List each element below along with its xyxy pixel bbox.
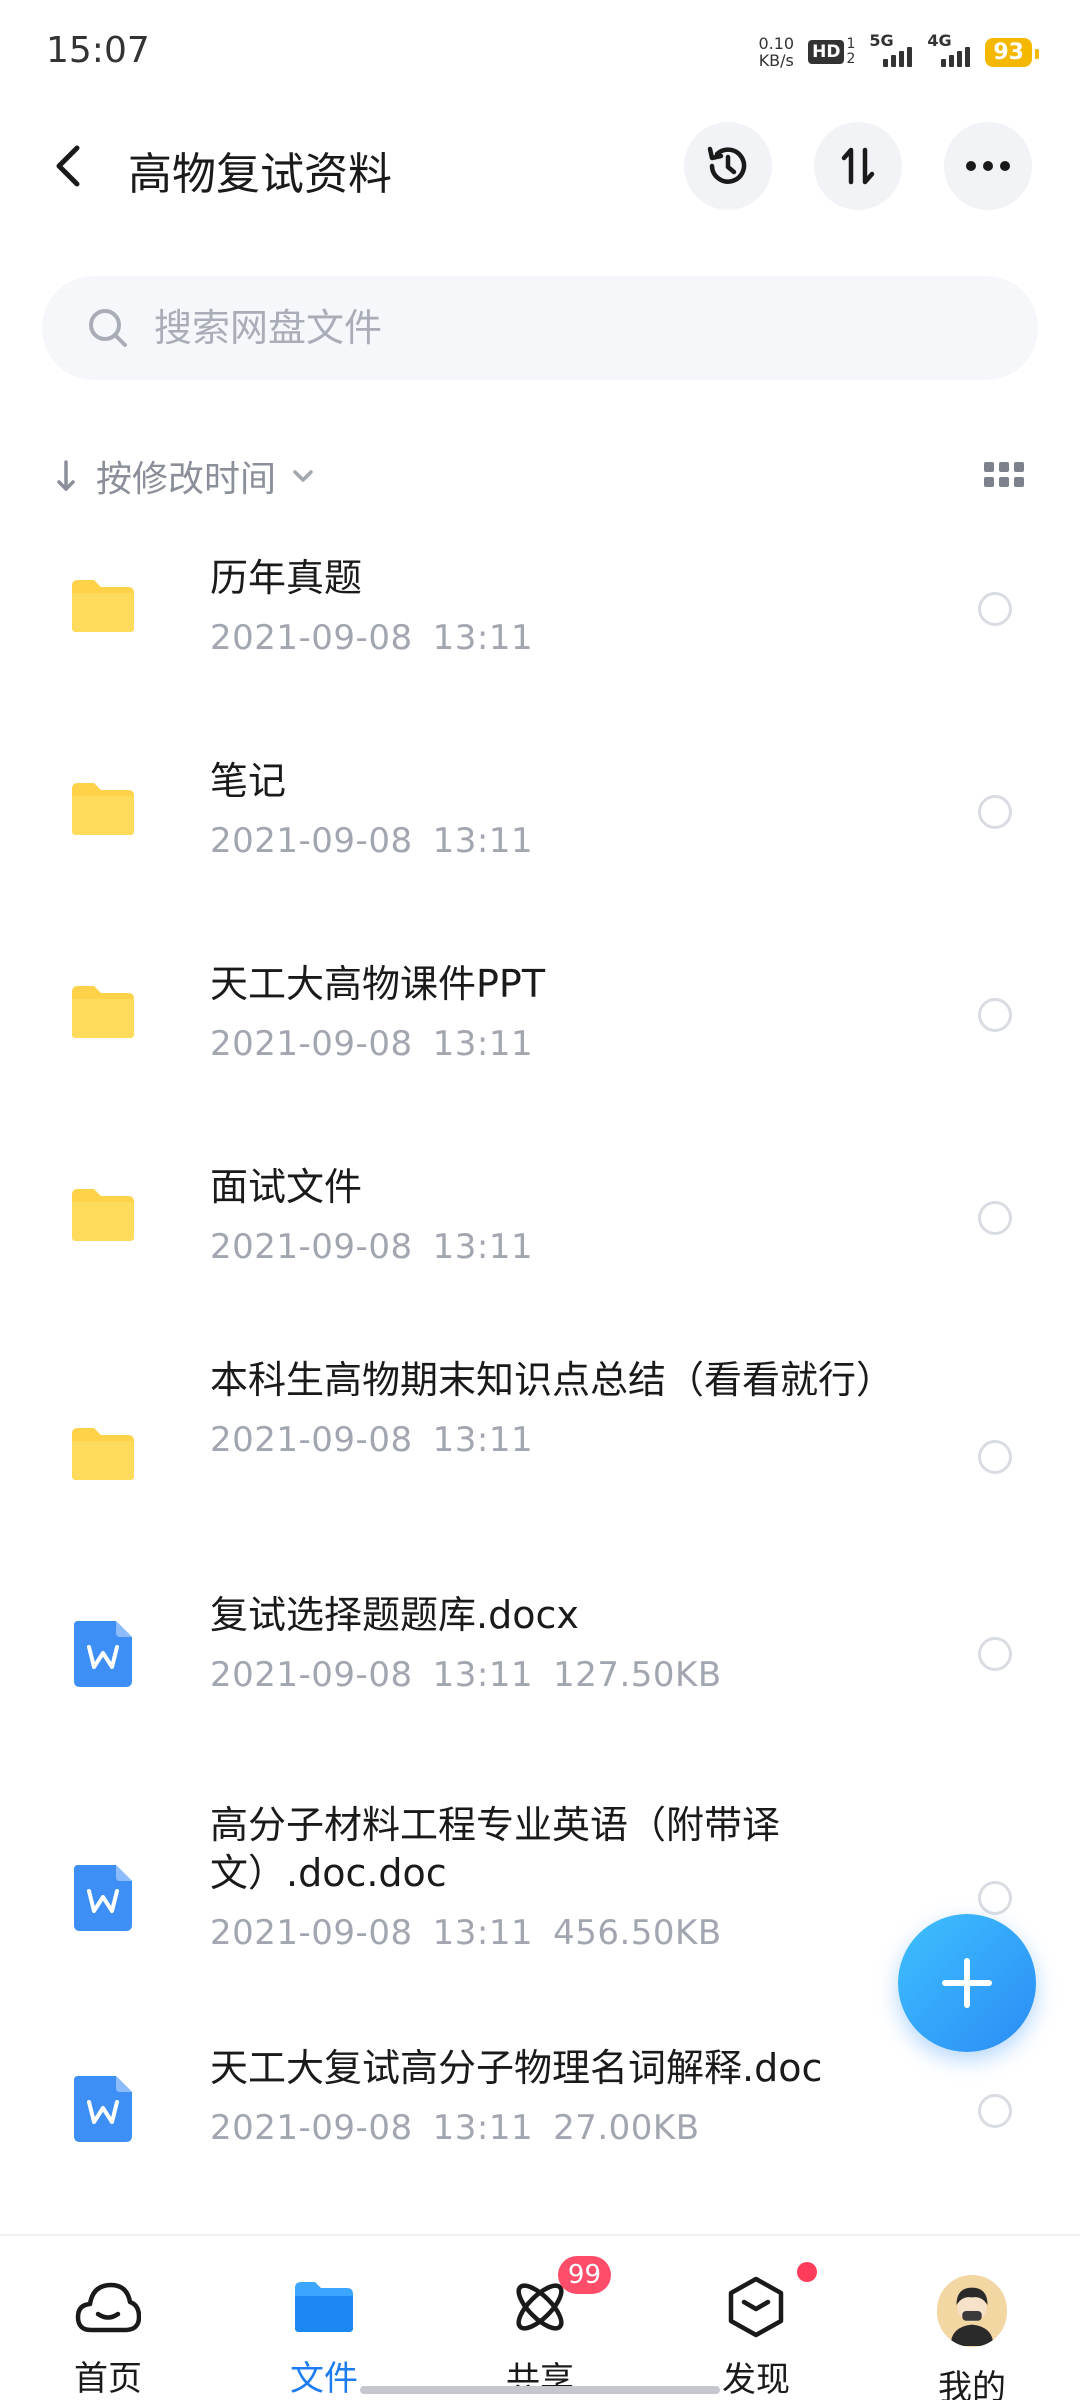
chevron-down-icon <box>293 470 313 482</box>
more-icon <box>966 161 1010 171</box>
hd-icon: HD 1 2 <box>808 37 855 67</box>
list-item[interactable]: 笔记 2021-09-08 13:11 <box>0 727 1080 930</box>
file-name: 天工大复试高分子物理名词解释.doc <box>210 2046 823 2090</box>
list-item[interactable]: 复试选择题题库.docx 2021-09-08 13:11 127.50KB <box>0 1591 1080 1791</box>
list-item[interactable]: 历年真题 2021-09-08 13:11 <box>0 524 1080 727</box>
file-name: 高分子材料工程专业英语（附带译文）.doc.doc <box>210 1803 781 1895</box>
file-meta: 2021-09-08 13:11 <box>210 618 534 658</box>
file-meta: 2021-09-08 13:11 <box>210 1024 534 1064</box>
net-speed-value: 0.10 <box>758 34 795 53</box>
list-item[interactable]: 天工大高物课件PPT 2021-09-08 13:11 <box>0 930 1080 1133</box>
nav-label-files: 文件 <box>290 2359 358 2399</box>
more-button[interactable] <box>944 122 1032 210</box>
signal-5g-icon: 5G <box>869 31 913 67</box>
signal-5g-label: 5G <box>869 31 894 50</box>
file-meta: 2021-09-08 13:11 <box>210 821 534 861</box>
add-button[interactable] <box>898 1914 1036 2052</box>
nav-label-home: 首页 <box>74 2359 142 2399</box>
select-radio[interactable] <box>978 1440 1012 1474</box>
sort-button[interactable]: 按修改时间 <box>56 450 314 502</box>
bottom-nav: 首页 文件 99 共享 发现 我的 <box>0 2234 1080 2400</box>
sort-transfer-icon <box>841 147 875 185</box>
hd-label: HD <box>808 40 845 64</box>
grid-view-icon[interactable] <box>984 462 1024 490</box>
hd-sim1: 1 <box>846 36 856 52</box>
folder-icon <box>72 580 134 632</box>
history-button[interactable] <box>684 122 772 210</box>
transfer-button[interactable] <box>814 122 902 210</box>
word-doc-icon <box>74 1621 132 1687</box>
status-indicators: 0.10 KB/s HD 1 2 5G 4G 93 <box>758 30 1039 74</box>
file-name: 历年真题 <box>210 556 363 600</box>
folder-icon <box>72 783 134 835</box>
folder-icon <box>72 986 134 1038</box>
header: 高物复试资料 <box>0 118 1080 214</box>
search-input[interactable] <box>154 306 954 350</box>
nav-label-me: 我的 <box>938 2368 1006 2400</box>
file-name: 本科生高物期末知识点总结（看看就行） <box>210 1358 895 1402</box>
folder-icon <box>72 1189 134 1241</box>
list-item[interactable]: 本科生高物期末知识点总结（看看就行） 2021-09-08 13:11 <box>0 1336 1080 1591</box>
hd-sim-numbers: 1 2 <box>846 37 855 67</box>
history-icon <box>707 146 747 184</box>
search-icon <box>86 306 130 350</box>
list-item[interactable]: 面试文件 2021-09-08 13:11 <box>0 1133 1080 1336</box>
back-icon <box>56 145 80 187</box>
cube-discover-icon <box>721 2262 817 2338</box>
home-indicator[interactable] <box>360 2386 720 2394</box>
arrow-down-icon <box>57 460 75 491</box>
file-name: 面试文件 <box>210 1165 363 1209</box>
file-meta: 2021-09-08 13:11 <box>210 1227 534 1267</box>
word-doc-icon <box>74 2076 132 2142</box>
file-name: 笔记 <box>210 759 287 803</box>
status-bar: 15:07 0.10 KB/s HD 1 2 5G 4G 93 <box>0 0 1080 104</box>
new-dot <box>797 2262 817 2282</box>
signal-4g-label: 4G <box>927 31 952 50</box>
file-meta: 2021-09-08 13:11 456.50KB <box>210 1913 722 1953</box>
select-radio[interactable] <box>978 795 1012 829</box>
sort-label: 按修改时间 <box>96 459 277 500</box>
signal-4g-icon: 4G <box>927 31 971 67</box>
battery-icon: 93 <box>985 37 1039 67</box>
status-time: 15:07 <box>46 30 150 71</box>
cloud-home-icon <box>73 2276 143 2337</box>
atom-share-icon: 99 <box>505 2256 611 2338</box>
folder-icon <box>72 1428 134 1480</box>
nav-me[interactable]: 我的 <box>864 2236 1080 2400</box>
battery-level: 93 <box>993 39 1024 65</box>
select-radio[interactable] <box>978 1637 1012 1671</box>
nav-files[interactable]: 文件 <box>216 2236 432 2400</box>
net-speed-unit: KB/s <box>758 51 794 70</box>
nav-share[interactable]: 99 共享 <box>432 2236 648 2400</box>
nav-home[interactable]: 首页 <box>0 2236 216 2400</box>
select-radio[interactable] <box>978 1881 1012 1915</box>
file-meta: 2021-09-08 13:11 27.00KB <box>210 2108 700 2148</box>
hd-sim2: 2 <box>846 51 856 67</box>
sort-row: 按修改时间 <box>56 446 1024 506</box>
net-speed: 0.10 KB/s <box>758 35 794 69</box>
list-item[interactable]: 天工大复试高分子物理名词解释.doc 2021-09-08 13:11 27.00K… <box>0 2036 1080 2216</box>
file-meta: 2021-09-08 13:11 127.50KB <box>210 1655 722 1695</box>
search-bar[interactable] <box>42 276 1038 380</box>
notification-badge: 99 <box>557 2256 611 2294</box>
nav-discover[interactable]: 发现 <box>648 2236 864 2400</box>
file-name: 天工大高物课件PPT <box>210 962 546 1006</box>
file-name: 复试选择题题库.docx <box>210 1593 579 1637</box>
folder-icon <box>289 2276 359 2337</box>
back-button[interactable] <box>44 142 92 190</box>
plus-icon <box>942 1958 992 2008</box>
select-radio[interactable] <box>978 2094 1012 2128</box>
select-radio[interactable] <box>978 1201 1012 1235</box>
file-meta: 2021-09-08 13:11 <box>210 1420 534 1460</box>
avatar <box>937 2275 1007 2347</box>
select-radio[interactable] <box>978 998 1012 1032</box>
page-title: 高物复试资料 <box>128 149 392 200</box>
nav-label-discover: 发现 <box>722 2360 790 2400</box>
word-doc-icon <box>74 1865 132 1931</box>
select-radio[interactable] <box>978 592 1012 626</box>
